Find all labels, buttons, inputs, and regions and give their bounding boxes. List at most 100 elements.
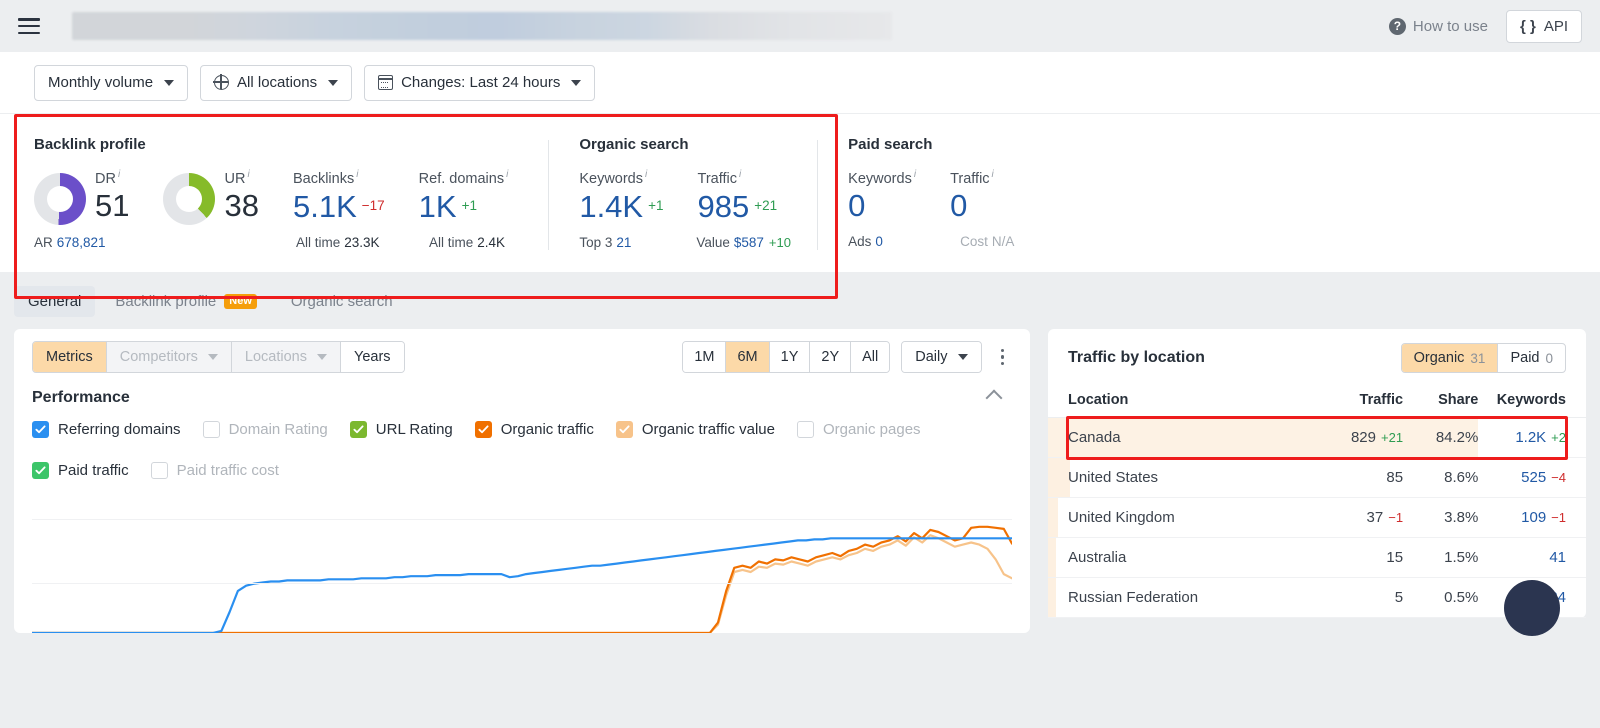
overview-metrics-section: Backlink profile DR i 51 UR i 38 Backlin… [0, 114, 1600, 299]
cell-keywords: 525 −4 [1478, 457, 1586, 498]
legend-item-organic-pages[interactable]: Organic pages [796, 421, 921, 438]
tab-organic-search[interactable]: Organic search [277, 286, 407, 317]
top-bar-actions: ? How to use { } API [1388, 9, 1582, 43]
how-to-use-link[interactable]: ? How to use [1388, 17, 1488, 35]
range-2y[interactable]: 2Y [810, 342, 852, 372]
section-tabs: General Backlink profile New Organic sea… [0, 272, 1600, 329]
redacted-title-bar [72, 12, 892, 40]
legend-item-referring-domains[interactable]: Referring domains [32, 421, 181, 438]
legend-item-organic-traffic[interactable]: Organic traffic [474, 421, 594, 438]
legend-item-domain-rating[interactable]: Domain Rating [202, 421, 328, 438]
new-badge: New [224, 294, 257, 309]
seg-years[interactable]: Years [340, 342, 404, 372]
organic-paid-toggle: Organic 31 Paid 0 [1400, 343, 1566, 373]
organic-keywords-metric: Keywords i 1.4K +1 [579, 169, 663, 225]
organic-top3-subitem: Top 3 21 [579, 234, 632, 250]
toggle-organic[interactable]: Organic 31 [1401, 344, 1499, 372]
chevron-up-icon[interactable] [985, 389, 1003, 407]
range-all[interactable]: All [851, 342, 890, 372]
checkbox[interactable] [615, 421, 633, 438]
range-6m[interactable]: 6M [726, 342, 770, 372]
cell-keywords: 1.2K +2 [1478, 417, 1586, 458]
checkbox[interactable] [474, 421, 492, 438]
share-bar [1048, 458, 1071, 497]
table-row[interactable]: United Kingdom 37 −1 3.8% 109 −1 [1048, 497, 1586, 538]
cell-location: United States [1048, 457, 1307, 498]
cell-location: Canada [1048, 417, 1307, 458]
keywords-value[interactable]: 109 [1521, 509, 1546, 526]
legend-item-paid-traffic-cost[interactable]: Paid traffic cost [150, 462, 279, 479]
table-row[interactable]: Australia 15 1.5% 41 [1048, 537, 1586, 578]
seg-competitors[interactable]: Competitors [106, 342, 232, 372]
checkbox[interactable] [796, 421, 814, 438]
traffic-panel-header: Traffic by location Organic 31 Paid 0 [1048, 329, 1586, 373]
tab-backlink-profile[interactable]: Backlink profile New [101, 286, 271, 317]
share-bar [1048, 538, 1056, 577]
filter-all-locations[interactable]: All locations [200, 64, 353, 101]
location-name: United Kingdom [1068, 509, 1175, 526]
performance-chart [30, 497, 1014, 635]
keywords-delta: −1 [1551, 510, 1566, 525]
legend-item-organic-traffic-value[interactable]: Organic traffic value [615, 421, 775, 438]
performance-title: Performance [32, 389, 130, 406]
performance-header: Performance [14, 385, 1030, 407]
seg-locations[interactable]: Locations [231, 342, 341, 372]
api-button[interactable]: { } API [1505, 9, 1582, 43]
paid-keywords-label: Keywords i [848, 169, 917, 187]
paid-ads-subitem: Ads 0 [848, 233, 883, 249]
chevron-down-icon [164, 79, 175, 86]
dr-label: DR i [95, 169, 121, 187]
checkbox[interactable] [150, 462, 168, 479]
cell-keywords: 109 −1 [1478, 497, 1586, 538]
filter-changes-range[interactable]: Changes: Last 24 hours [364, 64, 596, 101]
backlink-profile-title: Backlink profile [34, 136, 146, 153]
keywords-value[interactable]: 41 [1549, 549, 1566, 566]
gridline [32, 519, 1012, 520]
gridline [32, 583, 1012, 584]
share-value: 8.6% [1444, 469, 1479, 486]
traffic-value: 829 [1350, 429, 1376, 446]
seg-metrics[interactable]: Metrics [33, 342, 107, 372]
table-row[interactable]: Canada 829 +21 84.2% 1.2K +2 [1048, 417, 1586, 458]
keywords-value[interactable]: 525 [1521, 469, 1546, 486]
legend-item-paid-traffic[interactable]: Paid traffic [32, 462, 129, 479]
backlinks-metric: Backlinks i 5.1K −17 [293, 169, 385, 225]
hamburger-menu-icon[interactable] [18, 18, 40, 34]
filters-bar: Monthly volume All locations Changes: La… [0, 52, 1600, 114]
checkbox[interactable] [349, 421, 367, 438]
chevron-down-icon [957, 354, 968, 360]
checkbox[interactable] [32, 462, 49, 479]
code-braces-icon: { } [1519, 17, 1536, 35]
divider [548, 140, 550, 250]
paid-search-title: Paid search [848, 136, 933, 153]
legend-item-url-rating[interactable]: URL Rating [349, 421, 453, 438]
granularity-dropdown[interactable]: Daily [901, 341, 982, 373]
performance-card: Metrics Competitors Locations Years 1M 6… [14, 329, 1030, 635]
more-options-icon[interactable] [993, 345, 1013, 370]
chat-widget-button[interactable] [1504, 580, 1560, 636]
traffic-by-location-card: Traffic by location Organic 31 Paid 0 Loca… [1048, 329, 1586, 636]
legend-label: Organic traffic [500, 421, 594, 438]
keywords-value[interactable]: 1.2K [1515, 429, 1546, 446]
table-row[interactable]: United States 85 8.6% 525 −4 [1048, 457, 1586, 498]
ref-domains-metric: Ref. domains i 1K +1 [419, 169, 509, 225]
tab-general[interactable]: General [14, 286, 96, 317]
col-location: Location [1048, 385, 1307, 418]
ur-label: UR i [224, 169, 250, 187]
share-bar [1048, 578, 1056, 617]
paid-search-group: Paid search Keywords i 0 Traffic i 0 Ads 0 … [848, 136, 1028, 250]
checkbox[interactable] [32, 421, 49, 438]
share-value: 0.5% [1444, 589, 1479, 606]
range-1m[interactable]: 1M [683, 342, 727, 372]
filter-monthly-volume[interactable]: Monthly volume [34, 64, 189, 101]
checkbox[interactable] [202, 421, 220, 438]
toggle-paid[interactable]: Paid 0 [1498, 344, 1565, 372]
ref-domains-label: Ref. domains i [418, 169, 509, 187]
paid-keywords-value: 0 [848, 187, 866, 223]
cell-traffic: 15 [1306, 537, 1404, 578]
keywords-delta: −4 [1551, 470, 1566, 485]
traffic-value: 85 [1386, 469, 1404, 486]
range-1y[interactable]: 1Y [769, 342, 811, 372]
dr-value: 51 [95, 187, 130, 223]
chevron-down-icon [207, 354, 218, 360]
